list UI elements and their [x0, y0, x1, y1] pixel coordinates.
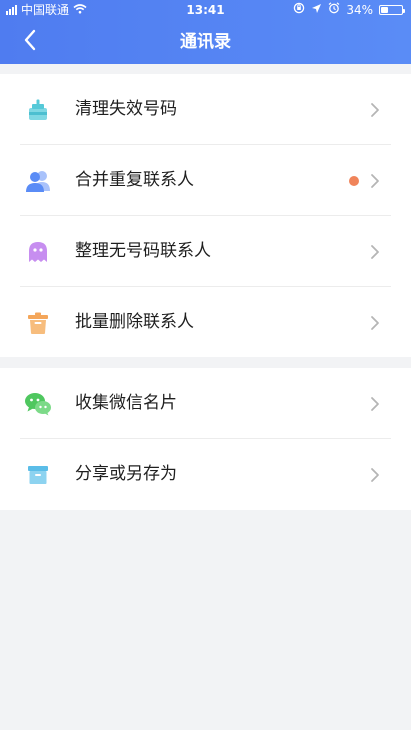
list-item-batch-delete-contacts[interactable]: 批量删除联系人 [0, 287, 411, 358]
trash-icon [24, 309, 52, 337]
share-section: 收集微信名片 分享或另存为 [0, 368, 411, 510]
status-right: 34% [293, 0, 405, 20]
page-title: 通讯录 [180, 32, 231, 52]
battery-percent: 34% [346, 3, 373, 17]
list-item-label: 合并重复联系人 [75, 170, 194, 190]
list-item-merge-duplicate-contacts[interactable]: 合并重复联系人 [0, 145, 411, 216]
list-item-share-or-save-as[interactable]: 分享或另存为 [0, 439, 411, 510]
chevron-right-icon [369, 314, 381, 332]
chevron-right-icon [369, 243, 381, 261]
chevron-right-icon [369, 395, 381, 413]
list-item-clean-invalid-numbers[interactable]: 清理失效号码 [0, 74, 411, 145]
archive-box-icon [24, 461, 52, 489]
wechat-icon [24, 390, 52, 418]
alarm-icon [328, 0, 340, 20]
list-item-label: 清理失效号码 [75, 99, 177, 119]
ghost-icon [24, 238, 52, 266]
list-item-organize-no-number-contacts[interactable]: 整理无号码联系人 [0, 216, 411, 287]
list-item-collect-wechat-cards[interactable]: 收集微信名片 [0, 368, 411, 439]
status-bar: 中国联通 13:41 34% [0, 0, 411, 20]
chevron-right-icon [369, 101, 381, 119]
app-header: 中国联通 13:41 34% 通讯录 [0, 0, 411, 64]
location-icon [311, 0, 322, 20]
rotation-lock-icon [293, 0, 305, 20]
list-item-label: 收集微信名片 [75, 393, 177, 413]
navigation-bar: 通讯录 [0, 20, 411, 64]
users-icon [24, 167, 52, 195]
chevron-right-icon [369, 172, 381, 190]
list-item-label: 整理无号码联系人 [75, 241, 211, 261]
broom-icon [24, 96, 52, 124]
list-item-label: 批量删除联系人 [75, 312, 194, 332]
list-item-label: 分享或另存为 [75, 464, 177, 484]
battery-icon [379, 5, 405, 15]
chevron-right-icon [369, 466, 381, 484]
contacts-tools-section: 清理失效号码 合并重复联系人 整理无号码联系人 批量删除联系人 [0, 74, 411, 357]
notification-dot [349, 175, 359, 186]
